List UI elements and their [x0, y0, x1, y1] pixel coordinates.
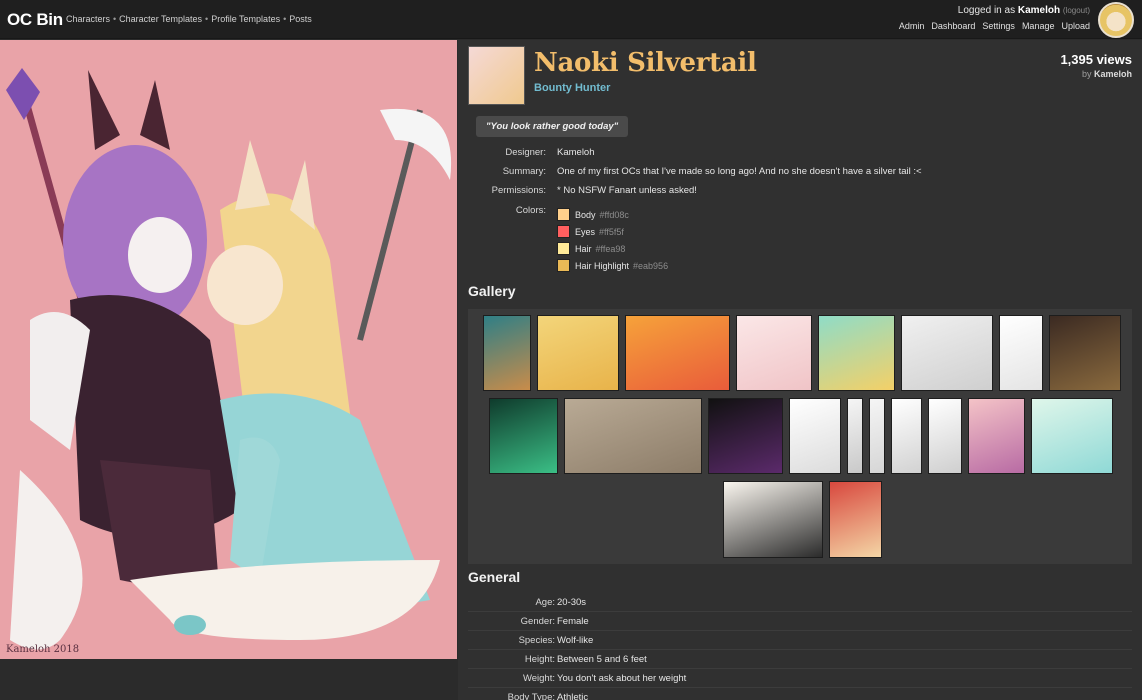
nav-manage[interactable]: Manage: [1022, 21, 1055, 31]
gallery-thumbnail[interactable]: [483, 315, 531, 391]
general-row-body-type: Body Type: Athletic: [468, 688, 1132, 700]
top-bar: OC Bin Characters • Character Templates • Pr…: [0, 0, 1142, 39]
character-name: Naoki Silvertail: [534, 48, 757, 78]
username-link[interactable]: Kameloh: [1018, 5, 1060, 16]
gallery-thumbnail[interactable]: [968, 398, 1025, 474]
nav-profile-templates[interactable]: Profile Templates: [211, 14, 280, 24]
gallery-thumbnail[interactable]: [847, 398, 863, 474]
artwork-footer-space: [0, 659, 457, 700]
gallery-thumbnail[interactable]: [625, 315, 730, 391]
gallery-thumbnail[interactable]: [489, 398, 558, 474]
gallery-thumbnail[interactable]: [999, 315, 1043, 391]
general-row-age: Age: 20-30s: [468, 593, 1132, 612]
gallery-thumbnail[interactable]: [1031, 398, 1113, 474]
gallery-thumbnail[interactable]: [564, 398, 702, 474]
user-box: Logged in as Kameloh (logout) Admin Dashb…: [892, 5, 1090, 31]
gallery-thumbnail[interactable]: [723, 481, 823, 558]
general-heading: General: [468, 569, 521, 585]
general-row-height: Height: Between 5 and 6 feet: [468, 650, 1132, 669]
color-list: Body #ffd08c Eyes #ff5f5f Hair #ffea98 Hair…: [557, 206, 668, 274]
artwork-illustration: Kameloh 2018: [0, 40, 457, 659]
user-avatar[interactable]: [1098, 2, 1134, 38]
login-status: Logged in as Kameloh (logout): [957, 5, 1090, 16]
view-count: 1,395 views: [1060, 52, 1132, 67]
summary-text: One of my first OCs that I've made so lo…: [557, 166, 922, 177]
color-swatch: [557, 208, 570, 221]
character-panel: Naoki Silvertail Bounty Hunter 1,395 vie…: [458, 40, 1142, 700]
color-item: Hair #ffea98: [557, 240, 668, 257]
gallery-thumbnail[interactable]: [736, 315, 812, 391]
top-nav: Characters • Character Templates • Profile T…: [66, 14, 312, 24]
designer-link[interactable]: Kameloh: [557, 147, 595, 158]
nav-character-templates[interactable]: Character Templates: [119, 14, 202, 24]
color-swatch: [557, 242, 570, 255]
nav-settings[interactable]: Settings: [982, 21, 1015, 31]
gallery-thumbnail[interactable]: [901, 315, 993, 391]
gallery-thumbnail[interactable]: [1049, 315, 1121, 391]
character-quote: "You look rather good today": [476, 116, 629, 137]
gallery-thumbnail[interactable]: [789, 398, 841, 474]
nav-upload[interactable]: Upload: [1061, 21, 1090, 31]
general-row-weight: Weight: You don't ask about her weight: [468, 669, 1132, 688]
creator-link[interactable]: Kameloh: [1094, 69, 1132, 79]
general-row-gender: Gender: Female: [468, 612, 1132, 631]
nav-dashboard[interactable]: Dashboard: [931, 21, 975, 31]
gallery-thumbnail[interactable]: [869, 398, 885, 474]
gallery-thumbnail[interactable]: [818, 315, 895, 391]
main-artwork[interactable]: Kameloh 2018: [0, 40, 457, 659]
site-logo[interactable]: OC Bin: [7, 10, 63, 30]
color-item: Body #ffd08c: [557, 206, 668, 223]
gallery-thumbnail[interactable]: [537, 315, 619, 391]
gallery-heading: Gallery: [468, 283, 516, 299]
color-swatch: [557, 225, 570, 238]
general-row-species: Species: Wolf-like: [468, 631, 1132, 650]
color-item: Hair Highlight #eab956: [557, 257, 668, 274]
artwork-signature: Kameloh 2018: [6, 644, 79, 655]
gallery-thumbnail[interactable]: [928, 398, 962, 474]
logout-link[interactable]: (logout): [1063, 6, 1090, 15]
permissions-text: * No NSFW Fanart unless asked!: [557, 185, 697, 196]
user-nav: Admin Dashboard Settings Manage Upload: [892, 21, 1090, 31]
character-role: Bounty Hunter: [534, 82, 611, 94]
character-thumbnail[interactable]: [468, 46, 525, 105]
creator-credit: by Kameloh: [1081, 69, 1132, 79]
gallery-grid: [468, 309, 1132, 564]
nav-admin[interactable]: Admin: [899, 21, 925, 31]
gallery-thumbnail[interactable]: [708, 398, 783, 474]
color-item: Eyes #ff5f5f: [557, 223, 668, 240]
nav-posts[interactable]: Posts: [289, 14, 312, 24]
nav-characters[interactable]: Characters: [66, 14, 110, 24]
color-swatch: [557, 259, 570, 272]
gallery-thumbnail[interactable]: [829, 481, 882, 558]
gallery-thumbnail[interactable]: [891, 398, 922, 474]
